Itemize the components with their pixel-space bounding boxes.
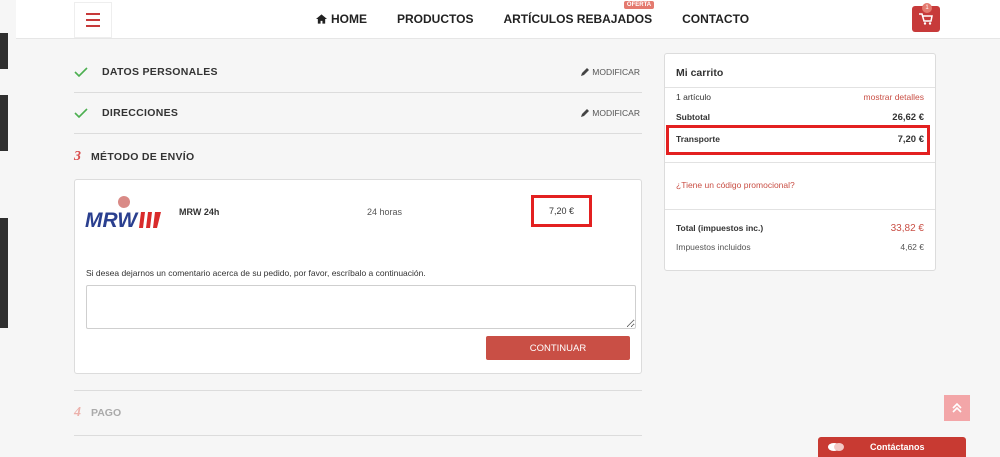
step-number: 4 bbox=[74, 405, 81, 420]
step-title: DATOS PERSONALES bbox=[102, 66, 218, 78]
cart-title: Mi carrito bbox=[676, 67, 724, 79]
left-edge-segment bbox=[0, 95, 8, 151]
divider bbox=[665, 87, 935, 88]
cart-items-row: 1 artículo mostrar detalles bbox=[676, 92, 924, 102]
transport-highlight bbox=[666, 125, 930, 155]
nav-home[interactable]: HOME bbox=[316, 12, 367, 26]
left-edge-segment bbox=[0, 218, 8, 328]
continue-button[interactable]: CONTINUAR bbox=[486, 336, 630, 360]
cart-count-badge: 1 bbox=[922, 3, 932, 13]
nav-articulos-rebajados[interactable]: ARTÍCULOS REBAJADOS OFERTA bbox=[503, 1, 655, 26]
show-details-link[interactable]: mostrar detalles bbox=[864, 92, 924, 102]
pencil-icon bbox=[581, 68, 590, 76]
selected-check-icon bbox=[118, 196, 130, 208]
comment-label: Si desea dejarnos un comentario acerca d… bbox=[86, 268, 426, 278]
cart-button[interactable]: 1 bbox=[912, 3, 940, 32]
modify-link[interactable]: MODIFICAR bbox=[581, 108, 640, 118]
cart-icon bbox=[919, 13, 933, 25]
tax-row: Impuestos incluidos 4,62 € bbox=[676, 242, 924, 252]
comment-textarea[interactable] bbox=[86, 285, 636, 329]
promo-code-link[interactable]: ¿Tiene un código promocional? bbox=[676, 180, 795, 190]
hamburger-icon bbox=[86, 13, 100, 15]
hamburger-menu-button[interactable] bbox=[74, 2, 112, 38]
contact-button[interactable]: Contáctanos bbox=[818, 437, 966, 457]
top-navbar: HOME PRODUCTOS ARTÍCULOS REBAJADOS OFERT… bbox=[16, 0, 1000, 39]
step-metodo-envio: 3 MÉTODO DE ENVÍO bbox=[74, 134, 642, 180]
cart-summary: Mi carrito 1 artículo mostrar detalles S… bbox=[664, 53, 936, 271]
checkout-steps: DATOS PERSONALES MODIFICAR DIRECCIONES M… bbox=[74, 52, 642, 180]
scroll-to-top-button[interactable] bbox=[944, 395, 970, 421]
pencil-icon bbox=[581, 109, 590, 117]
chat-bubble-icon bbox=[828, 443, 844, 451]
modify-link[interactable]: MODIFICAR bbox=[581, 67, 640, 77]
step-direcciones[interactable]: DIRECCIONES MODIFICAR bbox=[74, 93, 642, 134]
nav-productos[interactable]: PRODUCTOS bbox=[397, 12, 473, 26]
step-datos-personales[interactable]: DATOS PERSONALES MODIFICAR bbox=[74, 52, 642, 93]
check-icon bbox=[74, 67, 88, 77]
carrier-name: MRW 24h bbox=[179, 207, 220, 217]
mrw-logo: MRW bbox=[85, 210, 161, 230]
main-nav: HOME PRODUCTOS ARTÍCULOS REBAJADOS OFERT… bbox=[316, 0, 779, 38]
step-title: DIRECCIONES bbox=[102, 107, 179, 119]
step-pago[interactable]: 4 PAGO bbox=[74, 390, 642, 436]
step-title: PAGO bbox=[91, 407, 122, 419]
shipping-method-panel: MRW MRW 24h 24 horas 7,20 € Si desea dej… bbox=[74, 179, 642, 374]
subtotal-row: Subtotal 26,62 € bbox=[676, 112, 924, 123]
total-row: Total (impuestos inc.) 33,82 € bbox=[676, 223, 924, 234]
svg-text:MRW: MRW bbox=[85, 210, 139, 230]
left-edge-segment bbox=[0, 33, 8, 69]
oferta-badge: OFERTA bbox=[623, 1, 655, 9]
left-edge bbox=[0, 0, 16, 456]
check-icon bbox=[74, 108, 88, 118]
divider bbox=[665, 162, 935, 163]
shipping-price: 7,20 € bbox=[531, 195, 592, 227]
home-icon bbox=[316, 14, 327, 24]
step-number: 3 bbox=[74, 149, 81, 164]
divider bbox=[665, 209, 935, 210]
delivery-time: 24 horas bbox=[367, 207, 403, 217]
chevron-up-icon bbox=[952, 402, 962, 413]
step-title: MÉTODO DE ENVÍO bbox=[91, 151, 195, 163]
nav-contacto[interactable]: CONTACTO bbox=[682, 12, 749, 26]
